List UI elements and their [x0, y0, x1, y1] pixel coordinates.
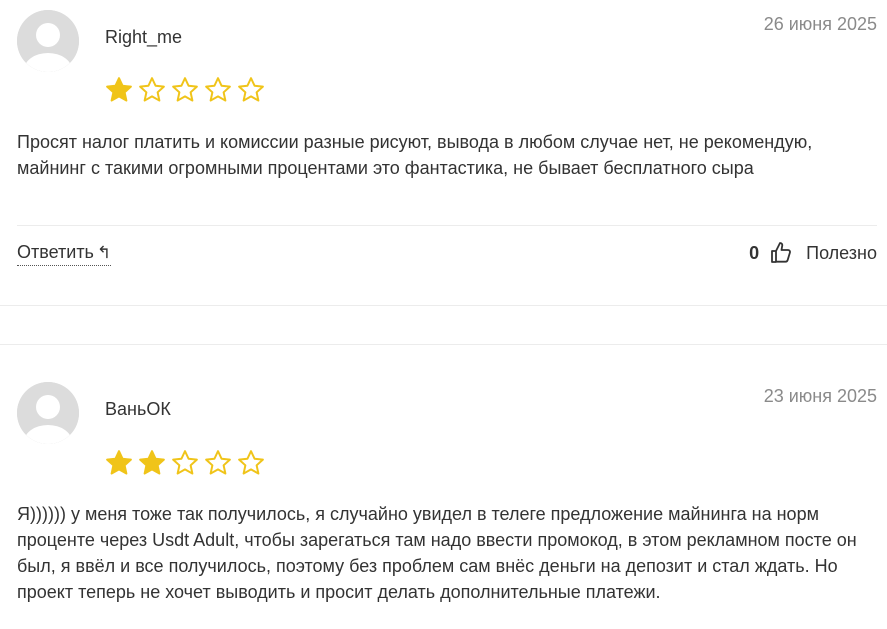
helpful-block: 0 Полезно — [749, 241, 877, 265]
thumbs-up-icon[interactable] — [769, 241, 793, 265]
divider — [0, 305, 887, 306]
divider — [17, 225, 877, 226]
star-empty-icon — [139, 77, 165, 102]
helpful-button[interactable]: Полезно — [806, 243, 877, 264]
reply-arrow-icon: ↰ — [96, 243, 112, 263]
review-date: 23 июня 2025 — [763, 386, 877, 406]
review-text: Просят налог платить и комиссии разные р… — [17, 132, 813, 178]
rating-stars — [104, 75, 266, 105]
avatar — [17, 10, 79, 72]
user-placeholder-icon — [17, 382, 79, 444]
review-author: Right_me — [105, 27, 183, 47]
star-filled-icon — [139, 450, 165, 475]
star-filled-icon — [106, 77, 132, 102]
star-filled-icon — [106, 450, 132, 475]
reply-button[interactable]: Ответить ↰ — [17, 242, 112, 266]
star-empty-icon — [238, 77, 264, 102]
star-empty-icon — [205, 77, 231, 102]
avatar — [17, 382, 79, 444]
rating-stars — [104, 448, 266, 478]
star-empty-icon — [238, 450, 264, 475]
reply-label: Ответить — [17, 242, 94, 262]
helpful-count: 0 — [749, 242, 760, 263]
review-text: Я)))))) у меня тоже так получилось, я сл… — [17, 504, 857, 602]
user-placeholder-icon — [17, 10, 79, 72]
review-author: ВаньОК — [105, 399, 171, 419]
review-date: 26 июня 2025 — [763, 14, 877, 34]
star-empty-icon — [205, 450, 231, 475]
star-empty-icon — [172, 77, 198, 102]
divider — [0, 344, 887, 345]
star-empty-icon — [172, 450, 198, 475]
